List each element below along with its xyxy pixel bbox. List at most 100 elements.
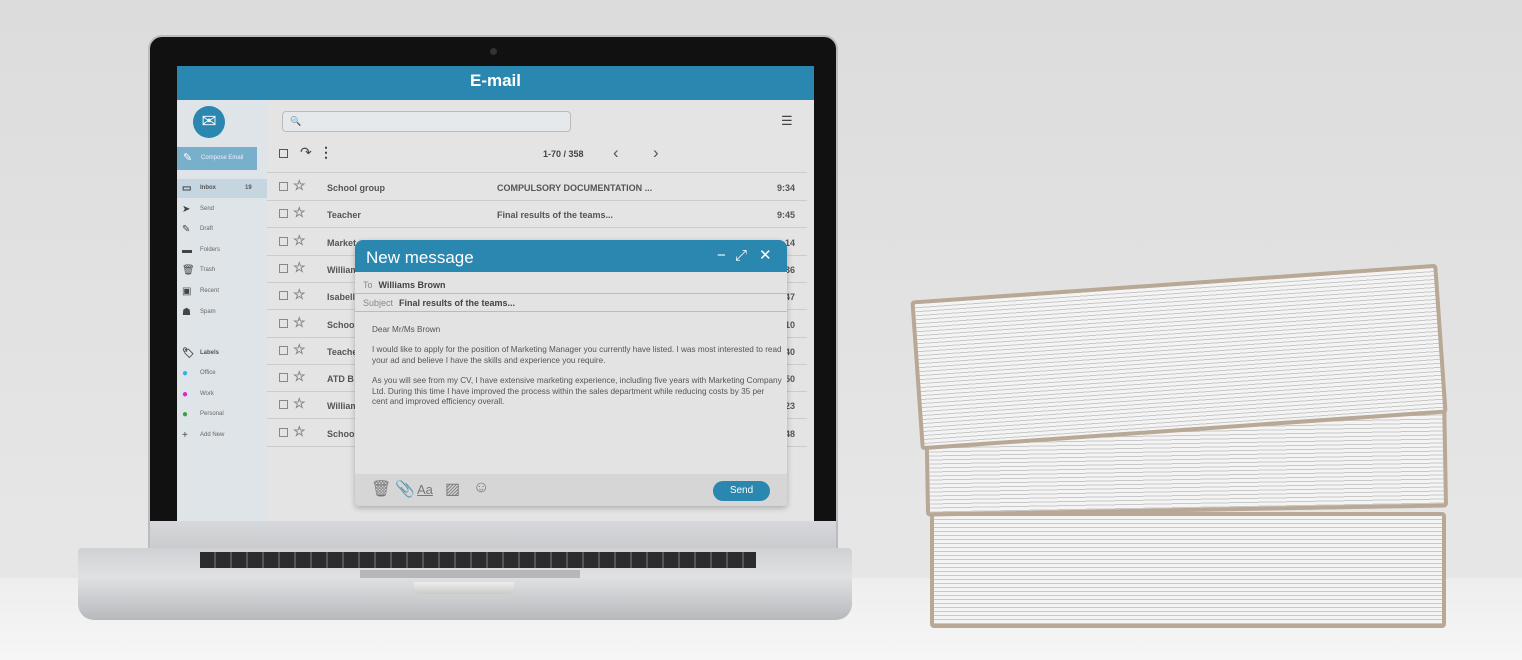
label-personal[interactable]: ● Personal <box>177 405 267 424</box>
email-row[interactable]: ☆ Teacher Final results of the teams... 9:4… <box>267 201 807 229</box>
label-name: Office <box>200 370 216 376</box>
email-subject: Final results of the teams... <box>497 210 614 221</box>
to-value: Williams Brown <box>378 280 446 290</box>
sidebar-item-folders[interactable]: ▬ Folders <box>177 241 267 260</box>
star-icon[interactable]: ☆ <box>293 177 306 194</box>
sidebar: ✉ ✎ Compose Email ▭ Inbox 19 ➤ Send ✎ Draft ▬ Fol… <box>177 100 267 521</box>
row-checkbox[interactable] <box>279 182 288 191</box>
star-icon[interactable]: ☆ <box>293 204 306 221</box>
envelope-icon: ✉ <box>193 106 225 138</box>
compose-label: Compose Email <box>201 155 244 161</box>
row-checkbox[interactable] <box>279 236 288 246</box>
sidebar-item-recent[interactable]: ▣ Recent <box>177 282 267 301</box>
star-icon[interactable]: ☆ <box>293 395 306 412</box>
star-icon[interactable]: ☆ <box>293 314 306 331</box>
sidebar-item-trash[interactable]: 🗑 Trash <box>177 261 267 280</box>
label-name: Work <box>200 390 214 397</box>
search-input[interactable]: 🔍 <box>282 111 571 132</box>
unread-count: 19 <box>245 185 252 191</box>
menu-icon[interactable]: ☰ <box>781 113 793 129</box>
search-icon: 🔍 <box>290 116 302 126</box>
label-work[interactable]: ● Work <box>177 385 267 404</box>
trash-icon[interactable]: 🗑 <box>371 479 391 499</box>
tag-icon: ● <box>182 409 189 421</box>
binder-bottom <box>930 512 1446 628</box>
to-field[interactable]: To Williams Brown <box>355 277 787 294</box>
emoji-icon[interactable]: ☺ <box>473 479 489 497</box>
add-new-label[interactable]: + Add New <box>177 426 267 445</box>
new-message-dialog: New message − ⤢ ✕ To Williams Brown Subje… <box>355 240 787 506</box>
subject-field[interactable]: Subject Final results of the teams... <box>355 295 787 312</box>
more-options-icon[interactable]: ⋮ <box>319 144 333 161</box>
star-icon[interactable]: ☆ <box>293 341 306 358</box>
row-checkbox[interactable] <box>279 318 288 328</box>
row-checkbox[interactable] <box>279 291 288 301</box>
next-page-icon[interactable]: › <box>653 143 659 163</box>
star-icon[interactable]: ☆ <box>293 286 306 303</box>
email-sender: Isabell <box>327 292 356 303</box>
attachment-icon[interactable]: 📎 <box>395 479 415 499</box>
paper-plane-icon: ➤ <box>182 203 191 215</box>
close-icon[interactable]: ✕ <box>759 240 772 272</box>
app-title: E-mail <box>177 66 814 100</box>
sidebar-item-label: Folders <box>200 246 221 253</box>
minimize-icon[interactable]: − <box>717 240 726 272</box>
star-icon[interactable]: ☆ <box>293 423 306 440</box>
pencil-icon: ✎ <box>183 152 193 164</box>
trackpad <box>360 570 580 578</box>
email-row[interactable]: ☆ School group COMPULSORY DOCUMENTATION ..… <box>267 174 807 201</box>
row-checkbox[interactable] <box>279 209 288 219</box>
list-toolbar: ↷ ⋮ <box>267 142 807 173</box>
sidebar-item-label: Send <box>200 205 215 212</box>
row-checkbox[interactable] <box>279 400 288 410</box>
trash-icon: 🗑 <box>182 265 195 277</box>
star-icon[interactable]: ☆ <box>293 259 306 276</box>
message-body[interactable]: Dear Mr/Ms Brown I would like to apply f… <box>372 325 782 417</box>
sidebar-item-label: Spam <box>200 308 216 315</box>
webcam <box>490 48 497 55</box>
plus-icon: + <box>182 430 188 441</box>
label-name: Personal <box>200 411 224 418</box>
email-sender: School group <box>327 183 385 193</box>
tag-icon: ● <box>182 368 189 379</box>
body-paragraph: I would like to apply for the position o… <box>372 345 782 365</box>
labels-heading-text: Labels <box>200 350 220 356</box>
refresh-icon[interactable]: ↷ <box>300 144 312 161</box>
tag-icon: ● <box>182 388 189 400</box>
row-checkbox[interactable] <box>279 373 288 383</box>
star-icon[interactable]: ☆ <box>293 368 306 385</box>
lid-notch <box>414 582 514 594</box>
sidebar-item-label: Recent <box>200 288 220 294</box>
email-sender: Schoo <box>327 428 355 439</box>
prev-page-icon[interactable]: ‹ <box>613 143 619 163</box>
send-button[interactable]: Send <box>713 481 770 501</box>
ghost-icon: ☗ <box>182 306 191 318</box>
pagination-count: 1-70 / 358 <box>543 149 584 159</box>
body-paragraph: As you will see from my CV, I have exten… <box>372 376 782 407</box>
image-icon[interactable]: ▨ <box>445 479 460 499</box>
row-checkbox[interactable] <box>279 427 288 437</box>
star-icon[interactable]: ☆ <box>293 232 306 249</box>
subject-label: Subject <box>363 298 394 308</box>
expand-icon[interactable]: ⤢ <box>735 240 747 272</box>
sidebar-item-send[interactable]: ➤ Send <box>177 200 267 219</box>
body-paragraph: Dear Mr/Ms Brown <box>372 325 441 334</box>
label-office[interactable]: ● Office <box>177 364 267 383</box>
email-time: 9:34 <box>776 183 795 193</box>
row-checkbox[interactable] <box>279 263 288 273</box>
compose-email-button[interactable]: ✎ Compose Email <box>177 147 257 170</box>
sidebar-item-draft[interactable]: ✎ Draft <box>177 220 267 239</box>
email-sender: Schoo <box>327 319 355 330</box>
folder-icon: ▬ <box>182 244 192 256</box>
sidebar-item-inbox[interactable]: ▭ Inbox 19 <box>177 179 267 198</box>
row-checkbox[interactable] <box>279 345 288 355</box>
select-all-checkbox[interactable] <box>279 149 288 158</box>
sidebar-item-label: Draft <box>200 226 214 233</box>
sidebar-item-spam[interactable]: ☗ Spam <box>177 303 267 322</box>
format-text-icon[interactable]: Aa <box>417 482 433 497</box>
subject-value: Final results of the teams... <box>399 298 516 308</box>
email-sender: ATD B <box>327 374 354 385</box>
pencil-icon: ✎ <box>182 224 191 236</box>
sidebar-item-label: Trash <box>200 267 216 274</box>
email-sender: William <box>327 264 359 275</box>
